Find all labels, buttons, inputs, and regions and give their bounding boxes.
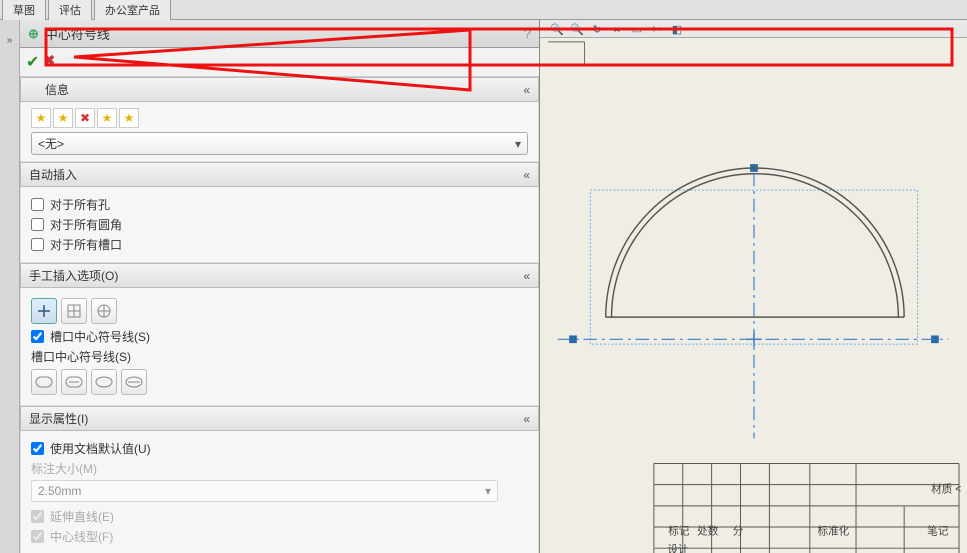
mark-size-value: 2.50mm — [38, 484, 81, 498]
panel-title-text: 中心符号线 — [45, 24, 110, 43]
cb-all-slots[interactable] — [31, 238, 44, 251]
section-body-autoinsert: 对于所有孔 对于所有圆角 对于所有槽口 — [20, 187, 539, 263]
cb-label: 延伸直线(E) — [50, 508, 114, 525]
canvas-toolbar: 🔍 🔍 ↻ ⬌ ▭ ✂ ◧ — [540, 20, 967, 38]
section-label: 自动插入 — [29, 166, 77, 183]
favorites-dropdown[interactable]: <无> ▾ — [31, 132, 528, 155]
fav-star-2[interactable]: ★ — [53, 108, 73, 128]
fav-star-4[interactable]: ★ — [119, 108, 139, 128]
favorites-toolbar: ★ ★ ✖ ★ ★ — [31, 108, 528, 128]
cb-label: 对于所有圆角 — [50, 216, 122, 233]
section-body-display: 使用文档默认值(U) 标注大小(M) 2.50mm ▾ 延伸直线(E) 中心线型… — [20, 431, 539, 553]
confirm-bar: ✔ ✖ — [20, 48, 539, 77]
centermark-icon: ⊕ — [28, 26, 39, 42]
ok-icon[interactable]: ✔ — [26, 52, 39, 72]
fav-star-1[interactable]: ★ — [31, 108, 51, 128]
cb-label: 使用文档默认值(U) — [50, 440, 151, 457]
cb-centerline-type — [31, 530, 44, 543]
drawing-canvas[interactable]: 🔍 🔍 ↻ ⬌ ▭ ✂ ◧ — [540, 20, 967, 553]
help-icon[interactable]: ? — [524, 26, 531, 41]
property-panel: ⊕ 中心符号线 ? ✔ ✖ 信息 « ★ ★ ✖ ★ ★ <无> ▾ — [20, 20, 540, 553]
chevron-up-icon: « — [523, 412, 530, 426]
section-label: 显示属性(I) — [29, 410, 88, 427]
top-tab-bar: 草图 评估 办公室产品 — [0, 0, 967, 20]
section-label: 手工插入选项(O) — [29, 267, 118, 284]
slot-style-1[interactable] — [31, 369, 57, 395]
fav-star-delete[interactable]: ✖ — [75, 108, 95, 128]
slot-style-3[interactable] — [91, 369, 117, 395]
centermark-single-icon[interactable] — [31, 298, 57, 324]
view-cube-icon[interactable]: ◧ — [670, 22, 684, 36]
section-label: 信息 — [45, 81, 69, 98]
chevron-up-icon: « — [523, 269, 530, 283]
section-head-manual[interactable]: 手工插入选项(O) « — [20, 263, 539, 288]
section-head-autoinsert[interactable]: 自动插入 « — [20, 162, 539, 187]
pan-icon[interactable]: ⬌ — [610, 22, 624, 36]
slot-style-4[interactable] — [121, 369, 147, 395]
centermark-linear-icon[interactable] — [61, 298, 87, 324]
cb-use-doc-default[interactable] — [31, 442, 44, 455]
tb-design: 设计 — [667, 543, 689, 553]
tb-note: 笔记 — [927, 525, 949, 538]
favorites-dropdown-value: <无> — [38, 135, 64, 152]
cb-label: 对于所有槽口 — [50, 236, 122, 253]
cb-label: 中心线型(F) — [50, 528, 113, 545]
section-body-manual: 槽口中心符号线(S) 槽口中心符号线(S) — [20, 288, 539, 406]
disabled-label: 标注大小(M) — [31, 460, 97, 477]
cb-label: 槽口中心符号线(S) — [50, 328, 150, 345]
chevron-down-icon: ▾ — [515, 137, 521, 151]
tb-std: 标准化 — [818, 525, 850, 538]
sub-label: 槽口中心符号线(S) — [31, 348, 528, 365]
section-head-display[interactable]: 显示属性(I) « — [20, 406, 539, 431]
drawing-svg: 标记 处数 分 材质 < 标准化 设计 笔记 — [540, 38, 967, 553]
section-icon[interactable]: ✂ — [650, 22, 664, 36]
mark-size-field: 2.50mm ▾ — [31, 480, 498, 502]
chevron-up-icon: « — [523, 168, 530, 182]
zoom-fit-icon[interactable]: 🔍 — [550, 22, 564, 36]
cancel-icon[interactable]: ✖ — [43, 52, 55, 72]
cb-extended-line — [31, 510, 44, 523]
expand-arrow-icon[interactable]: » — [0, 35, 19, 46]
cb-label: 对于所有孔 — [50, 196, 110, 213]
tab-office[interactable]: 办公室产品 — [94, 0, 171, 20]
section-body-favorites: ★ ★ ✖ ★ ★ <无> ▾ — [20, 102, 539, 162]
section-head-message[interactable]: 信息 « — [20, 77, 539, 102]
tb-material: 材质 < — [931, 482, 961, 495]
slot-style-2[interactable] — [61, 369, 87, 395]
panel-title-bar: ⊕ 中心符号线 ? — [20, 20, 539, 48]
chevron-down-icon: ▾ — [485, 484, 491, 498]
tb-div: 分 — [733, 526, 744, 538]
tb-qty: 处数 — [697, 525, 719, 538]
display-mode-icon[interactable]: ▭ — [630, 22, 644, 36]
tb-mark: 标记 — [668, 526, 690, 538]
centermark-circular-icon[interactable] — [91, 298, 117, 324]
left-gutter: » — [0, 20, 20, 553]
rotate-icon[interactable]: ↻ — [590, 22, 604, 36]
cb-all-fillets[interactable] — [31, 218, 44, 231]
cb-slot-centerline[interactable] — [31, 330, 44, 343]
cb-all-holes[interactable] — [31, 198, 44, 211]
tab-sketch[interactable]: 草图 — [2, 0, 46, 20]
zoom-area-icon[interactable]: 🔍 — [570, 22, 584, 36]
chevron-up-icon: « — [523, 83, 530, 97]
fav-star-3[interactable]: ★ — [97, 108, 117, 128]
tab-evaluate[interactable]: 评估 — [48, 0, 92, 20]
